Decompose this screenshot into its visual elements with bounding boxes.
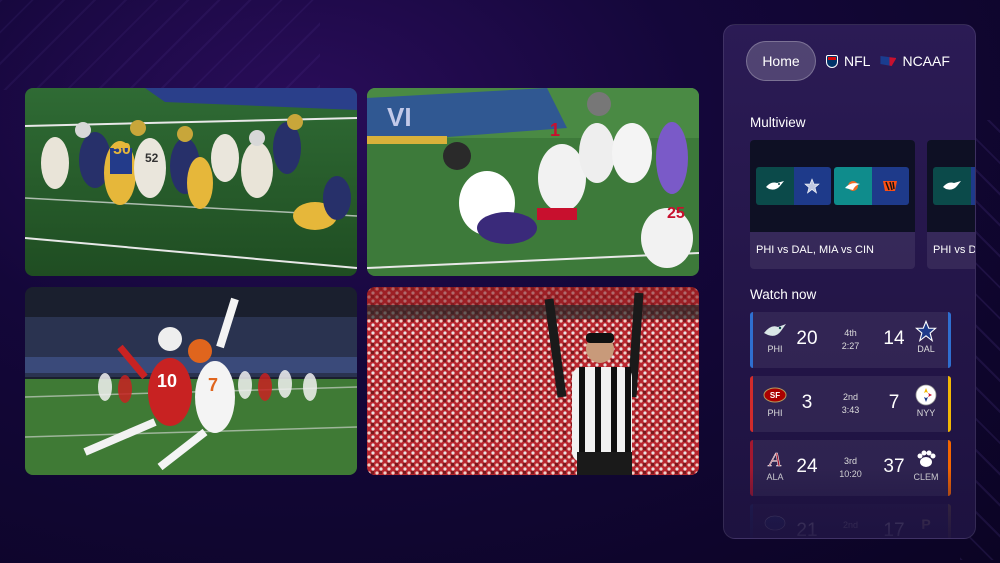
video-tile-1[interactable]: 50 52 (25, 88, 357, 276)
game-row[interactable]: SF PHI 3 2nd 3:43 7 NYY (750, 376, 951, 432)
multiview-card-label: PHI vs DAL, MIA vs CIN (756, 244, 874, 256)
svg-text:7: 7 (208, 375, 218, 395)
nav-home-button[interactable]: Home (746, 41, 816, 81)
away-score: 17 (883, 520, 905, 539)
multiview-heading: Multiview (750, 115, 806, 130)
cowboys-star-icon (914, 320, 938, 342)
bengals-logo-icon (871, 167, 909, 205)
eagles-logo-icon (933, 167, 971, 205)
away-score: 14 (883, 328, 905, 349)
away-team: P (906, 512, 946, 534)
nav-tab-label: NCAAF (902, 53, 950, 69)
svg-text:25: 25 (667, 205, 685, 222)
eagles-logo-icon (756, 167, 794, 205)
away-team: CLEM (906, 448, 946, 482)
nfl-shield-icon (826, 54, 838, 68)
multiview-card[interactable]: PHI vs DAL, MIA vs CIN (750, 140, 915, 269)
thumb-partial (970, 167, 975, 205)
team-abbr: NYY (916, 408, 936, 418)
away-team: NYY (906, 384, 946, 418)
steelers-logo-icon (914, 384, 938, 406)
dolphins-logo-icon (834, 167, 872, 205)
nav-tab-label: NFL (844, 53, 871, 69)
top-nav: Home NFL NCAAF (746, 41, 950, 81)
multiview-card-label: PHI vs D (933, 244, 976, 256)
ncaaf-flag-icon (880, 56, 897, 66)
svg-text:1: 1 (550, 120, 560, 140)
away-score: 37 (883, 456, 905, 477)
clemson-paw-icon (914, 448, 938, 470)
matchup-thumb-phi (933, 167, 975, 205)
purdue-p-logo-icon: P (914, 512, 938, 534)
matchup-thumb-mia-cin (834, 167, 909, 205)
svg-text:10: 10 (157, 371, 177, 391)
svg-text:P: P (921, 516, 930, 531)
svg-text:52: 52 (145, 151, 159, 165)
game-row[interactable]: A ALA 24 3rd 10:20 37 CLEM (750, 440, 951, 496)
video-tile-3[interactable]: 10 7 (25, 287, 357, 475)
game-row[interactable]: 21 2nd 17 P (750, 504, 951, 539)
game-row[interactable]: PHI 20 4th 2:27 14 DAL (750, 312, 951, 368)
video-tile-4[interactable] (367, 287, 699, 475)
side-panel: Home NFL NCAAF Multiview PHI vs DAL, MIA… (723, 24, 976, 539)
watch-now-heading: Watch now (750, 287, 817, 302)
team-abbr: DAL (917, 344, 935, 354)
team-abbr: CLEM (913, 472, 939, 482)
matchup-thumb-phi-dal (756, 167, 831, 205)
background-pattern (0, 0, 320, 90)
svg-text:VI: VI (387, 102, 412, 132)
away-team: DAL (906, 320, 946, 354)
multiview-video-grid: 50 52 VI 1 25 10 7 (25, 88, 699, 475)
nav-tab-ncaaf[interactable]: NCAAF (880, 53, 950, 69)
multiview-thumbnails (750, 140, 915, 232)
nav-tab-nfl[interactable]: NFL (826, 53, 870, 69)
multiview-card[interactable]: PHI vs D (927, 140, 976, 269)
away-score: 7 (888, 392, 900, 413)
cowboys-star-icon (793, 167, 831, 205)
video-tile-2[interactable]: VI 1 25 (367, 88, 699, 276)
svg-text:50: 50 (113, 141, 131, 158)
multiview-thumbnails (927, 140, 975, 232)
